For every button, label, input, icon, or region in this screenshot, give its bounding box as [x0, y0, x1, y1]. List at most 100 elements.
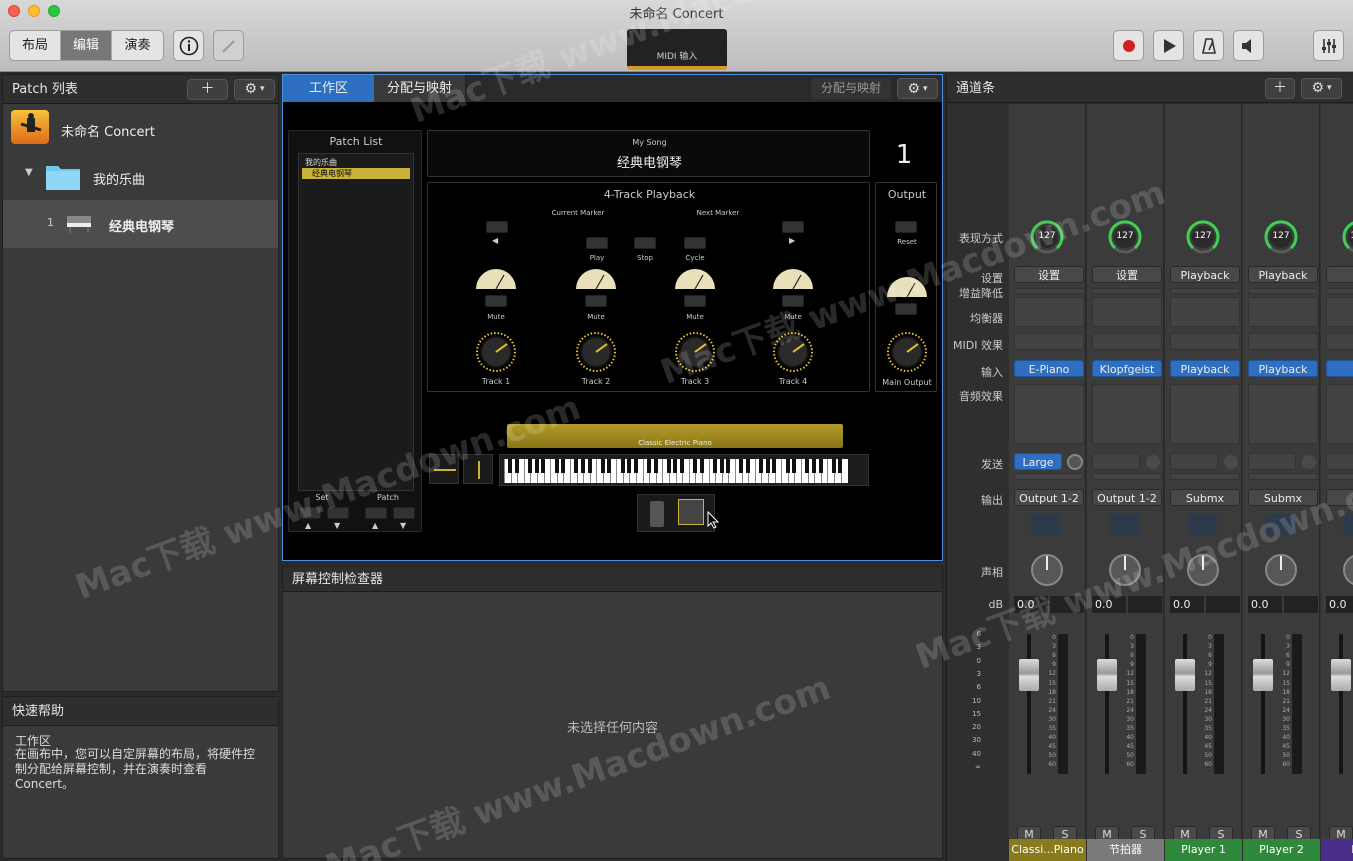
- setting-button[interactable]: 设置: [1092, 266, 1162, 283]
- output-button[interactable]: Submx: [1170, 489, 1240, 506]
- send-knob[interactable]: [1144, 453, 1162, 471]
- add-channel-strip-button[interactable]: ＋: [1265, 78, 1295, 99]
- strip-name[interactable]: Player 2: [1243, 839, 1320, 861]
- audio-fx-slot[interactable]: [1326, 384, 1353, 444]
- volume-fader-track[interactable]: [1339, 634, 1343, 774]
- send-knob[interactable]: [1066, 453, 1084, 471]
- track-volume-knob[interactable]: [575, 331, 617, 373]
- stop-pad-button[interactable]: [634, 237, 656, 249]
- audio-fx-slot[interactable]: [1014, 384, 1084, 444]
- add-patch-button[interactable]: ＋: [187, 79, 228, 100]
- info-button[interactable]: [173, 30, 204, 61]
- audio-fx-slot[interactable]: [1170, 384, 1240, 444]
- strip-name[interactable]: Pla: [1321, 839, 1353, 861]
- strip-name[interactable]: Classi...Piano: [1009, 839, 1086, 861]
- midi-fx-slot[interactable]: [1014, 333, 1084, 350]
- volume-fader-handle[interactable]: [1175, 659, 1195, 691]
- mixer-button[interactable]: [1313, 30, 1344, 61]
- setting-button[interactable]: Playback: [1170, 266, 1240, 283]
- track-mute-button[interactable]: [485, 295, 507, 307]
- playback-panel[interactable]: 4-Track Playback Current Marker Next Mar…: [427, 182, 870, 392]
- set-row[interactable]: ▼ 我的乐曲: [3, 152, 278, 200]
- input-button[interactable]: Pla: [1326, 360, 1353, 377]
- send-slot[interactable]: [1092, 453, 1140, 470]
- speaker-button[interactable]: [1233, 30, 1264, 61]
- input-button[interactable]: E-Piano: [1014, 360, 1084, 377]
- mode-layout-button[interactable]: 布局: [10, 31, 61, 60]
- volume-fader-track[interactable]: [1027, 634, 1031, 774]
- input-button[interactable]: Klopfgeist: [1092, 360, 1162, 377]
- screen-control-inspector: 屏幕控制检查器 未选择任何内容: [282, 566, 943, 859]
- previous-marker-button[interactable]: [486, 221, 508, 233]
- setting-button[interactable]: Playback: [1248, 266, 1318, 283]
- mode-perform-button[interactable]: 演奏: [112, 31, 163, 60]
- cycle-pad-button[interactable]: [684, 237, 706, 249]
- send-slot-2[interactable]: [1248, 473, 1318, 480]
- strip-name[interactable]: 节拍器: [1087, 839, 1164, 861]
- output-button[interactable]: Output 1-2: [1014, 489, 1084, 506]
- volume-fader-handle[interactable]: [1019, 659, 1039, 691]
- track-volume-knob[interactable]: [475, 331, 517, 373]
- volume-fader-track[interactable]: [1105, 634, 1109, 774]
- eq-slot[interactable]: [1170, 297, 1240, 327]
- input-button[interactable]: Playback: [1248, 360, 1318, 377]
- setting-button[interactable]: Pla: [1326, 266, 1353, 283]
- volume-fader-handle[interactable]: [1253, 659, 1273, 691]
- audio-fx-slot[interactable]: [1248, 384, 1318, 444]
- track-mute-button[interactable]: [684, 295, 706, 307]
- strip-name[interactable]: Player 1: [1165, 839, 1242, 861]
- midi-fx-slot[interactable]: [1092, 333, 1162, 350]
- patch-row-selected[interactable]: 1 经典电钢琴: [3, 200, 278, 248]
- pan-knob[interactable]: [1341, 552, 1353, 588]
- record-button[interactable]: [1113, 30, 1144, 61]
- patch-name-display[interactable]: My Song 经典电钢琴: [427, 130, 870, 177]
- tab-workspace[interactable]: 工作区: [283, 75, 374, 102]
- learn-button[interactable]: [213, 30, 244, 61]
- volume-fader-track[interactable]: [1261, 634, 1265, 774]
- concert-row[interactable]: 未命名 Concert: [3, 104, 278, 152]
- midi-fx-slot[interactable]: [1326, 333, 1353, 350]
- keyboard-widget[interactable]: [499, 454, 869, 486]
- send-knob[interactable]: [1300, 453, 1318, 471]
- output-button[interactable]: Output 1-2: [1092, 489, 1162, 506]
- main-output-knob[interactable]: [886, 331, 928, 373]
- volume-fader-handle[interactable]: [1097, 659, 1117, 691]
- reset-button[interactable]: [895, 221, 917, 233]
- eq-slot[interactable]: [1014, 297, 1084, 327]
- eq-slot[interactable]: [1326, 297, 1353, 327]
- volume-fader-handle[interactable]: [1331, 659, 1351, 691]
- patch-prev-button[interactable]: [365, 507, 387, 519]
- send-slot[interactable]: [1170, 453, 1218, 470]
- play-pad-button[interactable]: [586, 237, 608, 249]
- send-knob[interactable]: [1222, 453, 1240, 471]
- input-button[interactable]: Playback: [1170, 360, 1240, 377]
- patch-action-menu[interactable]: ⚙ ▾: [234, 79, 275, 100]
- eq-slot[interactable]: [1092, 297, 1162, 327]
- next-marker-button[interactable]: [782, 221, 804, 233]
- send-slot-2[interactable]: [1170, 473, 1240, 480]
- metronome-button[interactable]: [1193, 30, 1224, 61]
- disclosure-triangle-icon[interactable]: ▼: [25, 167, 33, 178]
- mode-edit-button[interactable]: 编辑: [61, 31, 112, 60]
- patch-next-button[interactable]: [393, 507, 415, 519]
- assignments-button[interactable]: 分配与映射: [811, 78, 891, 99]
- audio-fx-slot[interactable]: [1092, 384, 1162, 444]
- midi-fx-slot[interactable]: [1248, 333, 1318, 350]
- track-mute-button[interactable]: [585, 295, 607, 307]
- workspace-action-menu[interactable]: ⚙ ▾: [897, 78, 938, 99]
- channel-strip-action-menu[interactable]: ⚙ ▾: [1301, 78, 1342, 99]
- send-slot-2[interactable]: [1014, 473, 1084, 480]
- patch-list-widget-item-set[interactable]: 我的乐曲: [305, 157, 337, 168]
- volume-fader-track[interactable]: [1183, 634, 1187, 774]
- eq-slot[interactable]: [1248, 297, 1318, 327]
- pan-knob[interactable]: [1263, 552, 1299, 588]
- setting-button[interactable]: 设置: [1014, 266, 1084, 283]
- send-slot[interactable]: [1248, 453, 1296, 470]
- midi-fx-slot[interactable]: [1170, 333, 1240, 350]
- patch-list-widget-item-patch[interactable]: 经典电钢琴: [302, 168, 410, 179]
- pedal-widget[interactable]: [637, 494, 715, 532]
- send-button[interactable]: Large: [1014, 453, 1062, 470]
- play-button[interactable]: [1153, 30, 1184, 61]
- send-slot-2[interactable]: [1092, 473, 1162, 480]
- send-slot[interactable]: [1326, 453, 1353, 470]
